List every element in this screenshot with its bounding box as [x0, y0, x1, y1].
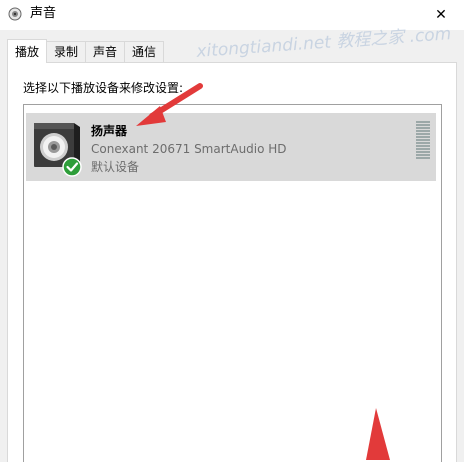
level-meter-bar [416, 127, 430, 129]
level-meter-bar [416, 136, 430, 138]
tab-playback[interactable]: 播放 [7, 39, 48, 63]
tab-communications[interactable]: 通信 [124, 41, 165, 62]
tab-recording[interactable]: 录制 [46, 41, 87, 62]
instruction-text: 选择以下播放设备来修改设置: [23, 81, 184, 95]
level-meter-bar [416, 124, 430, 126]
level-meter-bar [416, 133, 430, 135]
level-meter-bar [416, 151, 430, 153]
sound-dialog: 声音 ✕ xitongtiandi.net 教程之家 .com 播放 录制 声音… [0, 0, 464, 462]
device-name: 扬声器 [91, 124, 128, 138]
level-meter-bar [416, 142, 430, 144]
device-description: Conexant 20671 SmartAudio HD [91, 142, 287, 156]
tab-bar: 播放 录制 声音 通信 [7, 39, 165, 63]
window-title: 声音 [30, 6, 57, 21]
default-check-icon [62, 157, 82, 177]
level-meter-bar [416, 121, 430, 123]
level-meter-bar [416, 130, 430, 132]
speaker-device-icon [34, 123, 82, 177]
level-meter [416, 121, 430, 165]
tab-sounds[interactable]: 声音 [85, 41, 126, 62]
level-meter-bar [416, 157, 430, 159]
level-meter-bar [416, 145, 430, 147]
speaker-icon [8, 7, 22, 21]
device-list[interactable]: 扬声器 Conexant 20671 SmartAudio HD 默认设备 [23, 104, 442, 462]
device-row-speakers[interactable]: 扬声器 Conexant 20671 SmartAudio HD 默认设备 [26, 113, 436, 181]
level-meter-bar [416, 154, 430, 156]
device-status: 默认设备 [91, 160, 140, 174]
level-meter-bar [416, 148, 430, 150]
level-meter-bar [416, 139, 430, 141]
